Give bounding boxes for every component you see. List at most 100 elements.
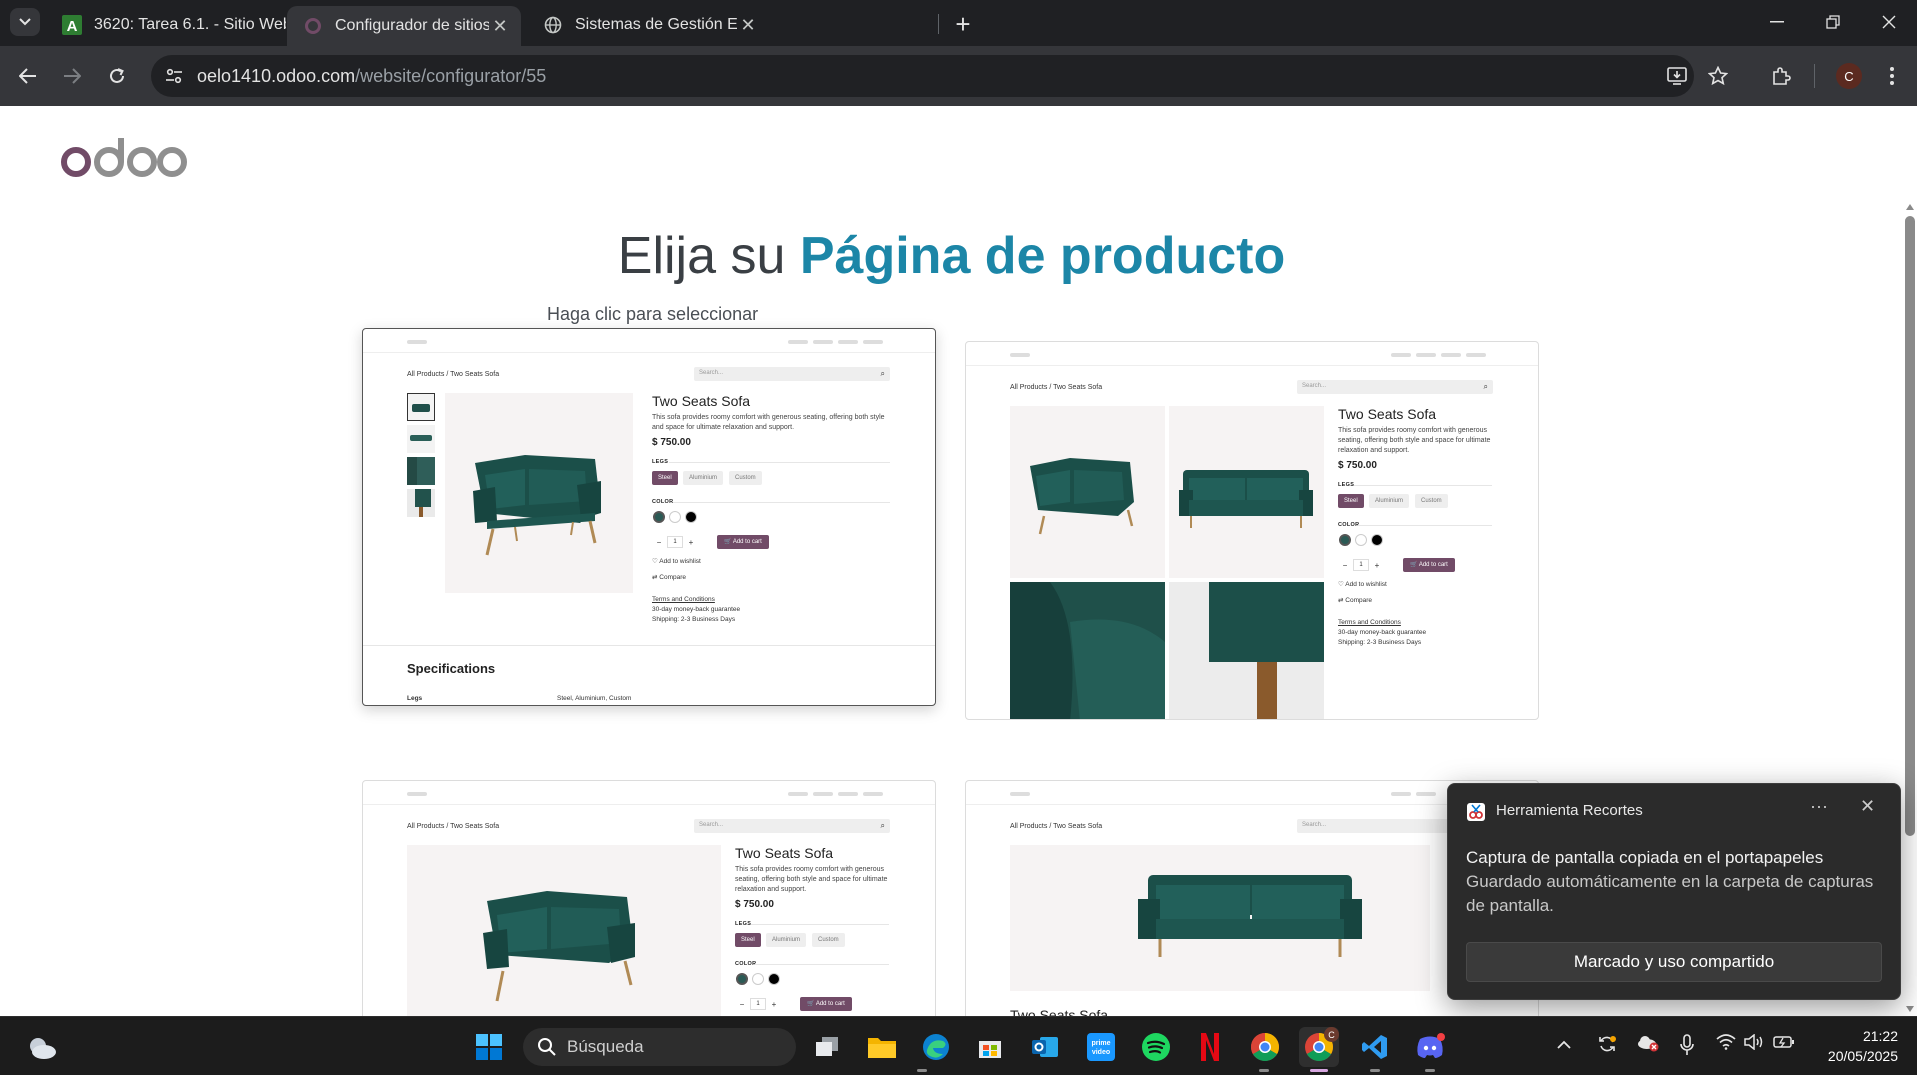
wishlist-link: ♡ Add to wishlist (1338, 581, 1387, 588)
tab-configurador[interactable]: Configurador de sitios web ✕ (287, 6, 521, 46)
extensions-button[interactable] (1765, 60, 1797, 92)
close-window-button[interactable] (1862, 0, 1916, 44)
microsoft-store-button[interactable] (970, 1027, 1010, 1067)
tab-atenea[interactable]: A 3620: Tarea 6.1. - Sitio Web con ✕ (46, 6, 318, 44)
product-title: Two Seats Sofa (1338, 406, 1437, 422)
spotify-button[interactable] (1136, 1027, 1176, 1067)
search-placeholder: Search... (1302, 822, 1327, 828)
bookmark-button[interactable] (1702, 60, 1734, 92)
svg-text:A: A (67, 18, 78, 35)
chrome-button[interactable] (1245, 1027, 1285, 1067)
close-icon[interactable]: ✕ (489, 15, 511, 37)
onedrive-error-icon[interactable] (1637, 1034, 1659, 1057)
compare-label: Compare (1345, 597, 1372, 604)
mini-header (363, 329, 935, 353)
tab-search-dropdown-button[interactable] (10, 8, 40, 36)
divider (673, 502, 890, 503)
reload-button[interactable] (101, 60, 133, 92)
mini-search: Search... ⌕ (694, 819, 890, 833)
install-app-button[interactable] (1661, 60, 1693, 92)
show-hidden-icons-button[interactable] (1557, 1034, 1571, 1054)
mini-menu (1466, 353, 1486, 357)
discord-button[interactable] (1410, 1027, 1450, 1067)
taskbar-search[interactable]: Búsqueda (523, 1028, 796, 1066)
shipping-text: Shipping: 2-3 Business Days (652, 616, 736, 623)
address-bar[interactable]: oelo1410.odoo.com/website/configurator/5… (151, 55, 1694, 97)
breadcrumb-sep: / (1049, 823, 1052, 830)
outlook-button[interactable] (1025, 1027, 1065, 1067)
compare-link: ⇄ Compare (1338, 597, 1372, 604)
vscode-button[interactable] (1355, 1027, 1395, 1067)
qty-plus: + (1374, 560, 1380, 570)
scroll-thumb[interactable] (1905, 216, 1915, 836)
tab-sistemas[interactable]: Sistemas de Gestión Empresaria ✕ (527, 6, 769, 44)
file-explorer-button[interactable] (862, 1027, 902, 1067)
legs-option-custom: Custom (729, 471, 762, 485)
product-title: Two Seats Sofa (1010, 1007, 1109, 1016)
breadcrumb-sep: / (1049, 384, 1052, 391)
profile-avatar[interactable]: C (1836, 63, 1862, 89)
mini-menu (788, 340, 808, 344)
weather-widget[interactable] (22, 1027, 62, 1067)
forward-button[interactable] (56, 60, 88, 92)
arrow-right-icon (64, 68, 81, 84)
scroll-down-icon[interactable] (1906, 1006, 1914, 1012)
discord-icon (1417, 1033, 1445, 1058)
product-title: Two Seats Sofa (735, 845, 834, 861)
product-page-option-2[interactable]: All Products / Two Seats Sofa Search... ⌕ (965, 341, 1539, 720)
search-placeholder: Search... (1302, 383, 1327, 389)
odoo-logo[interactable]: odoo (58, 134, 188, 194)
page-title-plain: Elija su (617, 227, 786, 285)
product-page-option-3[interactable]: All Products / Two Seats Sofa Search... ⌕… (362, 780, 936, 1016)
qty-minus: − (1342, 560, 1348, 570)
add-to-cart-button: 🛒 Add to cart (1403, 558, 1455, 572)
tab-separator (938, 14, 939, 34)
product-page-option-1[interactable]: All Products / Two Seats Sofa Search... ⌕ (362, 328, 936, 706)
clock-date: 20/05/2025 (1827, 1048, 1898, 1064)
battery-icon[interactable] (1773, 1034, 1795, 1054)
svg-text:prime: prime (1091, 1040, 1110, 1047)
terms-link: Terms and Conditions (1338, 619, 1401, 626)
sofa-image (483, 891, 635, 1002)
sync-icon[interactable] (1597, 1034, 1617, 1059)
wishlist-label: Add to wishlist (1345, 581, 1387, 588)
task-view-button[interactable] (807, 1027, 847, 1067)
tab-title: Configurador de sitios web (335, 17, 489, 34)
site-settings-icon[interactable] (161, 63, 187, 89)
start-button[interactable] (469, 1027, 509, 1067)
mini-menu (1416, 353, 1436, 357)
back-button[interactable] (12, 60, 44, 92)
page-scrollbar[interactable] (1903, 106, 1917, 1016)
wifi-icon[interactable] (1716, 1034, 1736, 1055)
chrome-profile-button[interactable]: C (1299, 1027, 1339, 1067)
close-notification-button[interactable]: ✕ (1860, 796, 1875, 817)
more-options-button[interactable]: ··· (1810, 796, 1828, 817)
markup-share-button[interactable]: Marcado y uso compartido (1466, 942, 1882, 982)
close-icon[interactable]: ✕ (737, 14, 759, 36)
close-icon (1882, 15, 1896, 29)
menu-button[interactable] (1876, 60, 1908, 92)
color-swatch-green (1339, 534, 1351, 546)
netflix-button[interactable] (1190, 1027, 1230, 1067)
mini-logo (407, 792, 427, 796)
search-placeholder: Search... (699, 822, 724, 828)
system-clock[interactable]: 21:22 20/05/2025 (1810, 1026, 1898, 1066)
mini-search: Search... ⌕ (1297, 380, 1493, 394)
specifications-title: Specifications (407, 661, 496, 676)
minimize-button[interactable] (1750, 0, 1804, 44)
edge-button[interactable] (916, 1027, 956, 1067)
browser-toolbar: oelo1410.odoo.com/website/configurator/5… (0, 46, 1917, 106)
scroll-up-icon[interactable] (1906, 204, 1914, 210)
mini-menu (838, 792, 858, 796)
microphone-icon[interactable] (1680, 1034, 1694, 1061)
new-tab-button[interactable]: + (949, 9, 977, 39)
search-placeholder: Search... (699, 370, 724, 376)
active-indicator (1310, 1069, 1328, 1072)
restore-button[interactable] (1806, 0, 1860, 44)
prime-video-icon: prime video (1087, 1033, 1115, 1061)
chrome-profile-badge: C (1324, 1027, 1339, 1042)
prime-video-button[interactable]: prime video (1081, 1027, 1121, 1067)
volume-icon[interactable] (1744, 1033, 1764, 1055)
snipping-tool-notification[interactable]: Herramienta Recortes ··· ✕ Captura de pa… (1447, 783, 1901, 1000)
breadcrumb: All Products / Two Seats Sofa (1010, 823, 1102, 830)
